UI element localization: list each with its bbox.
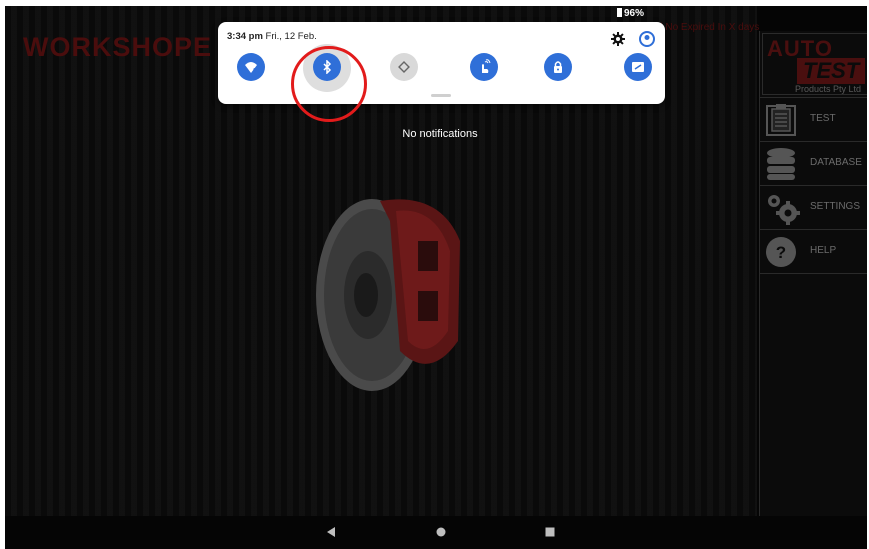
recents-icon[interactable]	[544, 526, 556, 538]
svg-text:?: ?	[776, 243, 786, 262]
brake-disc-image	[316, 199, 460, 391]
help-icon: ?	[766, 237, 796, 267]
menu-item-test[interactable]: TEST	[760, 97, 867, 142]
brand-line2: TEST	[797, 58, 866, 84]
navigation-bar	[5, 516, 867, 549]
shade-clock: 3:34 pm Fri., 12 Feb.	[227, 31, 317, 42]
home-icon[interactable]	[435, 526, 447, 538]
back-icon[interactable]	[325, 526, 337, 538]
clipboard-icon	[766, 104, 796, 136]
brand-logo: AUTO TEST Products Pty Ltd	[762, 33, 867, 95]
quick-settings-panel: 3:34 pm Fri., 12 Feb. ?	[218, 22, 665, 122]
wifi-icon: ?	[245, 62, 257, 75]
user-icon[interactable]	[639, 31, 655, 47]
gears-icon	[768, 195, 800, 225]
right-menu-panel: AUTO TEST Products Pty Ltd TEST DATABASE…	[759, 31, 867, 516]
lock-icon	[554, 61, 562, 73]
shade-drag-handle[interactable]	[431, 94, 451, 97]
app-title: WORKSHOPE	[23, 32, 213, 62]
touch-icon	[482, 59, 491, 73]
settings-gear-icon[interactable]	[611, 32, 625, 46]
menu-item-settings[interactable]: SETTINGS	[760, 185, 867, 230]
tile-lock[interactable]	[544, 53, 572, 81]
tile-auto-rotate[interactable]	[390, 53, 418, 81]
shade-time: 3:34 pm	[227, 31, 263, 42]
bluetooth-highlight-annotation	[291, 46, 367, 122]
tile-screen-cast[interactable]	[624, 53, 652, 81]
cast-icon	[632, 62, 644, 72]
menu-item-label: HELP	[810, 245, 837, 256]
tile-wifi[interactable]: ?	[237, 53, 265, 81]
rotate-icon	[398, 61, 410, 73]
database-icon	[767, 148, 795, 180]
svg-text:?: ?	[253, 68, 257, 75]
shade-date: Fri., 12 Feb.	[265, 31, 317, 42]
tile-touch[interactable]	[470, 53, 498, 81]
battery-level: 96%	[624, 8, 645, 19]
menu-item-label: TEST	[810, 113, 836, 124]
menu-item-database[interactable]: DATABASE	[760, 141, 867, 186]
no-notifications-text: No notifications	[402, 128, 478, 140]
battery-indicator: 96%	[617, 8, 644, 19]
menu-item-label: DATABASE	[810, 157, 862, 168]
brand-line3: Products Pty Ltd	[795, 84, 862, 94]
menu-item-help[interactable]: ? HELP	[760, 229, 867, 274]
battery-icon	[617, 8, 622, 17]
device-screen: WORKSHOPE Serial No Expired In X days 96…	[5, 6, 867, 549]
menu-item-label: SETTINGS	[810, 201, 861, 212]
